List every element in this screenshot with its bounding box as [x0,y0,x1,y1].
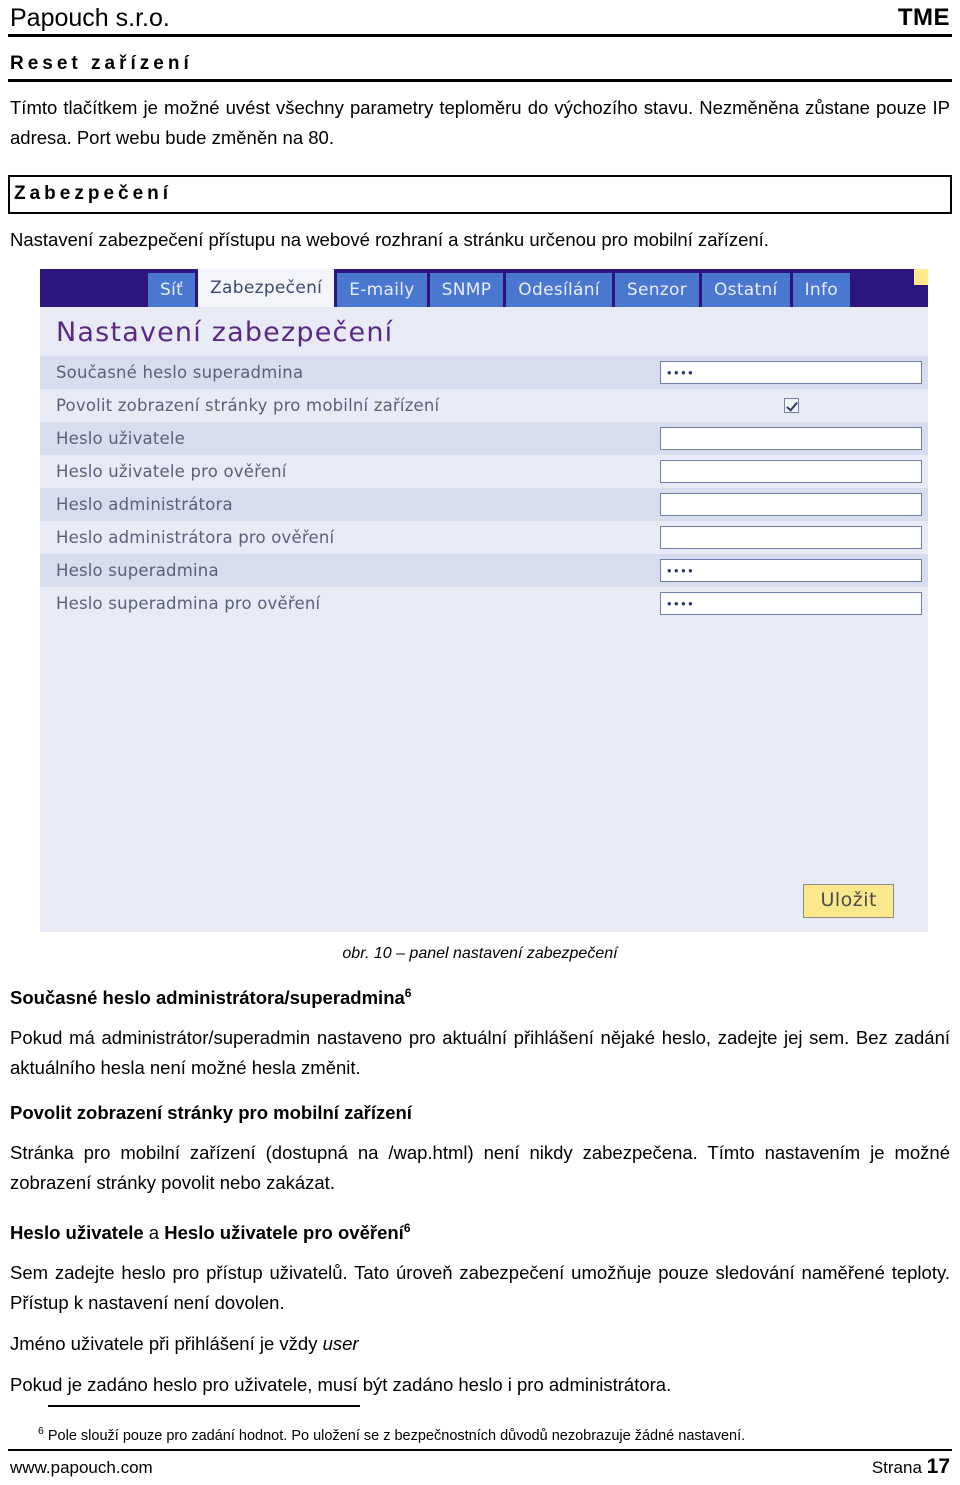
tab-emaily[interactable]: E-maily [337,273,427,307]
figure-caption: obr. 10 – panel nastavení zabezpečení [342,945,618,962]
tab-info[interactable]: Info [792,273,850,307]
app-panel-body: Nastavení zabezpečení Současné heslo sup… [40,307,928,932]
explanation-title-mobile-page: Povolit zobrazení stránky pro mobilní za… [10,1099,950,1127]
explanation-closing-note: Pokud je zadáno heslo pro uživatele, mus… [10,1374,672,1396]
page-footnote-zone: 6 Pole slouží pouze pro zadání hodnot. P… [8,1405,952,1485]
explanation-body-current-password: Pokud má administrátor/superadmin nastav… [10,1027,950,1079]
footer-website: www.papouch.com [10,1458,153,1477]
explanation-body-user-password: Sem zadejte heslo pro přístup uživatelů.… [10,1262,950,1314]
form-label: Heslo uživatele [56,429,186,448]
explanation-title-text: Současné heslo administrátora/superadmin… [10,987,405,1009]
panel-title: Nastavení zabezpečení [56,317,394,348]
form-label: Heslo superadmina [56,561,219,580]
form-row-superadmin-password: Heslo superadmina •••• [40,554,928,587]
explanation-title-current-password: Současné heslo administrátora/superadmin… [10,979,950,1012]
input-user-password[interactable] [660,427,922,450]
note-prefix: Jméno uživatele při přihlášení je vždy [10,1333,323,1355]
panel-save-area: Uložit [40,870,928,932]
company-name: Papouch s.r.o. [10,4,170,32]
footnote-marker: 6 [38,1425,44,1438]
page-number: 17 [926,1455,950,1478]
tab-odesilani[interactable]: Odesílání [506,273,612,307]
tab-sit[interactable]: Síť [148,273,196,307]
section-paragraph-security: Nastavení zabezpečení přístupu na webové… [10,229,769,250]
form-row-admin-password-confirm: Heslo administrátora pro ověření [40,521,928,554]
form-label: Heslo administrátora [56,495,233,514]
explanation-title-part2: Heslo uživatele pro ověření [164,1222,404,1244]
tab-zabezpeceni[interactable]: Zabezpečení [198,269,335,307]
input-superadmin-password-confirm[interactable]: •••• [660,592,922,615]
input-admin-password-confirm[interactable] [660,526,922,549]
footnote-text: 6 Pole slouží pouze pro zadání hodnot. P… [8,1407,952,1449]
note-username-value: user [322,1333,359,1355]
form-label: Heslo uživatele pro ověření [56,462,287,481]
embedded-app-screenshot: Síť Zabezpečení E-maily SNMP Odesílání S… [40,269,928,932]
footnote-ref: 6 [403,1221,411,1236]
input-user-password-confirm[interactable] [660,460,922,483]
masked-value: •••• [667,563,696,578]
explanation-title-conjunction: a [143,1222,165,1244]
input-superadmin-password[interactable]: •••• [660,559,922,582]
page-number-label: Strana 17 [872,1455,950,1479]
input-admin-password[interactable] [660,493,922,516]
form-row-current-superadmin-password: Současné heslo superadmina •••• [40,356,928,389]
footnote-body: Pole slouží pouze pro zadání hodnot. Po … [47,1428,746,1444]
corner-accent-marker [914,269,928,285]
tab-ostatni[interactable]: Ostatní [702,273,790,307]
app-tab-bar: Síť Zabezpečení E-maily SNMP Odesílání S… [40,269,928,307]
form-row-enable-mobile-page: Povolit zobrazení stránky pro mobilní za… [40,389,928,422]
footnote-ref: 6 [404,986,412,1000]
section-heading-reset: Reset zařízení [8,51,952,82]
section-paragraph-reset: Tímto tlačítkem je možné uvést všechny p… [10,97,950,148]
checkbox-enable-mobile-page[interactable] [783,398,799,413]
section-heading-security: Zabezpečení [8,175,952,214]
save-button[interactable]: Uložit [803,884,894,918]
form-row-admin-password: Heslo administrátora [40,488,928,521]
explanation-title-part1: Heslo uživatele [10,1222,144,1244]
form-label: Heslo administrátora pro ověření [56,528,335,547]
panel-empty-space [40,620,928,870]
explanation-title-text: Povolit zobrazení stránky pro mobilní za… [10,1102,412,1124]
form-row-user-password-confirm: Heslo uživatele pro ověření [40,455,928,488]
document-page: Papouch s.r.o. TME Reset zařízení Tímto … [0,0,960,1485]
input-current-superadmin-password[interactable]: •••• [660,361,922,384]
document-header: Papouch s.r.o. TME [8,0,952,37]
form-row-superadmin-password-confirm: Heslo superadmina pro ověření •••• [40,587,928,620]
form-label: Povolit zobrazení stránky pro mobilní za… [56,396,440,415]
masked-value: •••• [667,596,696,611]
tab-senzor[interactable]: Senzor [614,273,699,307]
explanation-title-user-password: Heslo uživatele a Heslo uživatele pro ov… [10,1214,950,1247]
masked-value: •••• [667,365,696,380]
page-word: Strana [871,1458,922,1477]
tab-snmp[interactable]: SNMP [429,273,504,307]
explanation-body-mobile-page: Stránka pro mobilní zařízení (dostupná n… [10,1142,950,1194]
document-footer: www.papouch.com Strana 17 [8,1449,952,1485]
product-name: TME [897,4,950,31]
form-label: Heslo superadmina pro ověření [56,594,321,613]
form-label: Současné heslo superadmina [56,363,304,382]
explanation-note-username: Jméno uživatele při přihlášení je vždy u… [10,1329,950,1359]
form-row-user-password: Heslo uživatele [40,422,928,455]
